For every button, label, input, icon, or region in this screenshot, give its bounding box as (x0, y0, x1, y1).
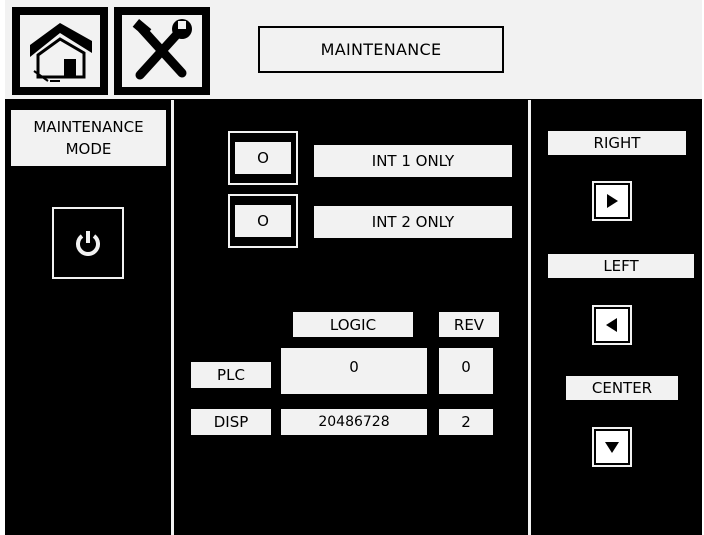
triangle-down-icon (605, 442, 619, 453)
plc-rev-value: 0 (439, 348, 493, 394)
int1-toggle-button[interactable]: O (228, 131, 298, 185)
page-title: MAINTENANCE (258, 26, 504, 73)
disp-logic-value: 20486728 (281, 409, 427, 435)
tools-button[interactable] (114, 7, 210, 95)
home-icon (20, 15, 100, 87)
int2-only-label: INT 2 ONLY (314, 206, 512, 238)
disp-rev-value: 2 (439, 409, 493, 435)
down-arrow-face (596, 431, 628, 463)
left-arrow-face (596, 309, 628, 341)
disp-row-label: DISP (191, 409, 271, 435)
left-divider (171, 100, 174, 535)
right-arrow-face (596, 185, 628, 217)
rev-column-header: REV (439, 312, 499, 337)
home-button[interactable] (12, 7, 108, 95)
triangle-left-icon (606, 318, 617, 332)
maintenance-mode-label-line2: MODE (65, 140, 112, 158)
plc-row-label: PLC (191, 362, 271, 388)
triangle-right-icon (607, 194, 618, 208)
center-label: CENTER (566, 376, 678, 400)
tools-icon (122, 15, 202, 87)
down-arrow-button[interactable] (592, 427, 632, 467)
power-icon (76, 231, 100, 256)
right-label: RIGHT (548, 131, 686, 155)
right-divider (528, 100, 531, 535)
int2-toggle-face: O (235, 205, 291, 237)
int1-only-label: INT 1 ONLY (314, 145, 512, 177)
maintenance-mode-power-button[interactable] (52, 207, 124, 279)
int1-toggle-face: O (235, 142, 291, 174)
left-arrow-button[interactable] (592, 305, 632, 345)
plc-logic-value: 0 (281, 348, 427, 394)
int2-toggle-button[interactable]: O (228, 194, 298, 248)
logic-column-header: LOGIC (293, 312, 413, 337)
left-label: LEFT (548, 254, 694, 278)
maintenance-mode-label-line1: MAINTENANCE (33, 118, 144, 136)
maintenance-mode-label: MAINTENANCE MODE (11, 110, 166, 166)
right-arrow-button[interactable] (592, 181, 632, 221)
